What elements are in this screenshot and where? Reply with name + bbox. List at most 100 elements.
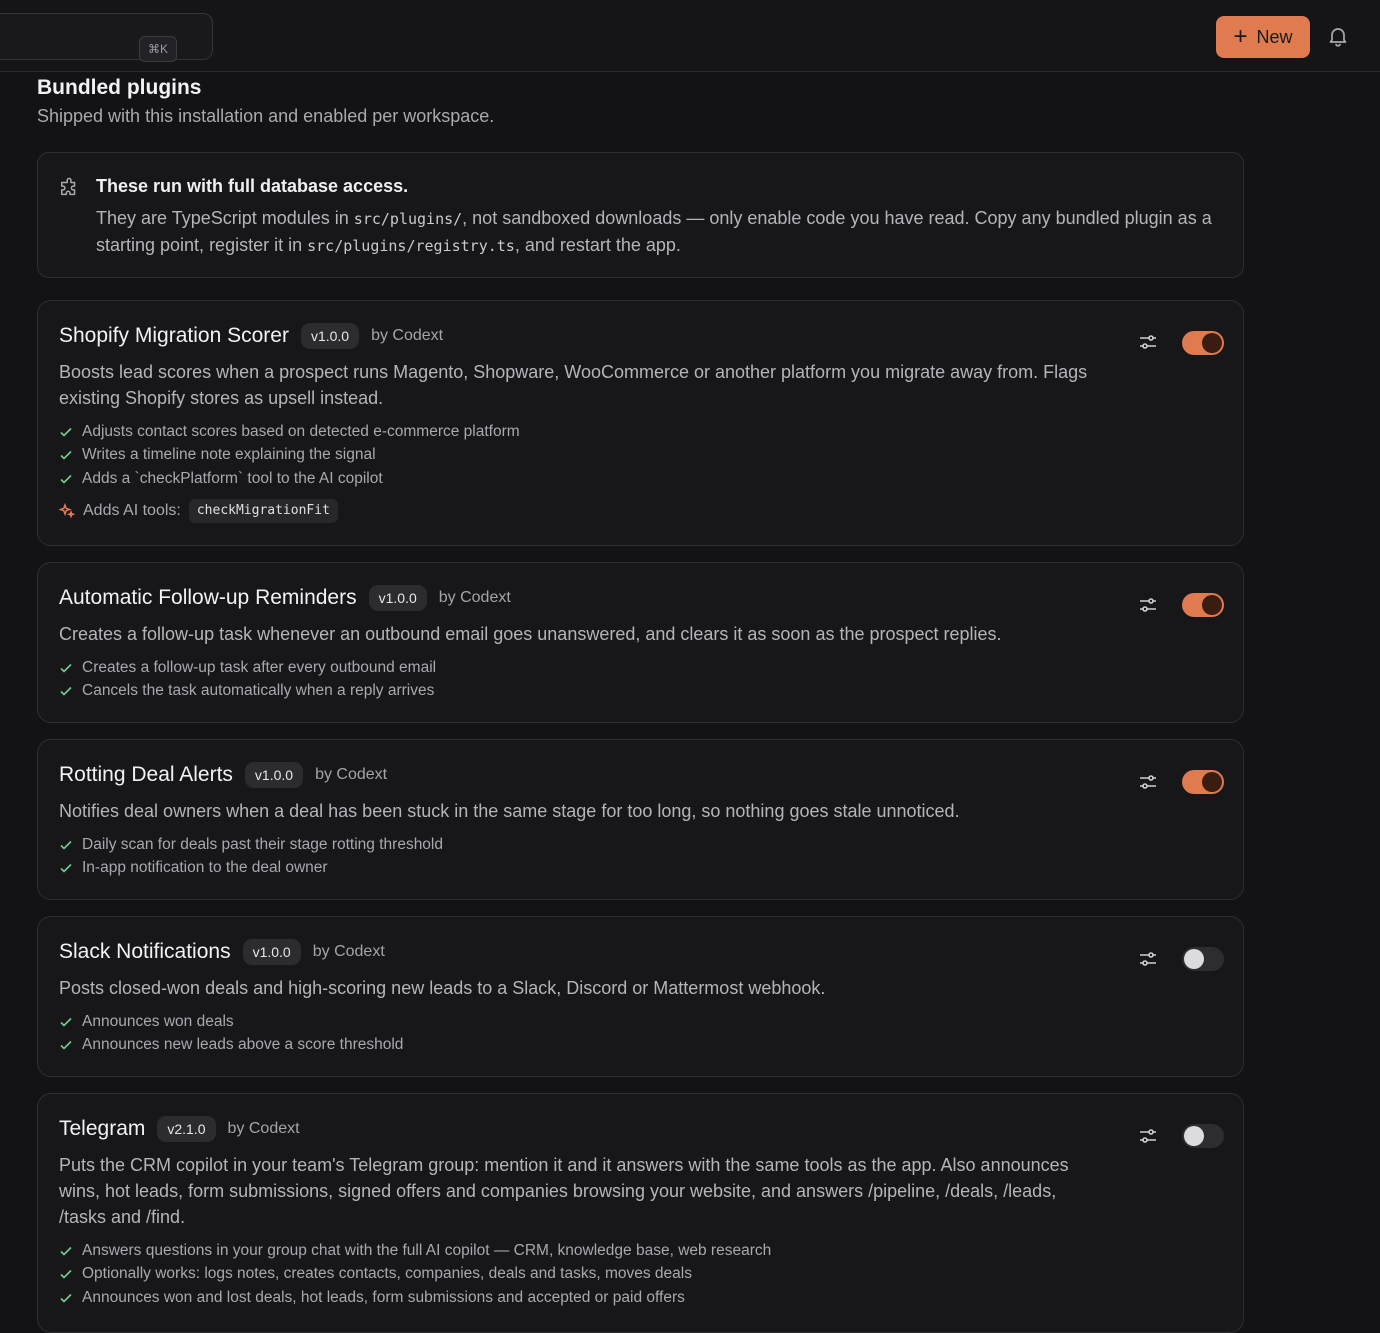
plugin-feature-list: Creates a follow-up task after every out… <box>59 656 436 703</box>
toggle-knob <box>1202 772 1222 792</box>
plugin-version-badge: v2.1.0 <box>157 1116 216 1142</box>
search-input[interactable]: ⌘K <box>0 13 213 62</box>
plugin-card: Telegram v2.1.0 by Codext Puts the CRM c… <box>37 1093 1244 1333</box>
plugin-version-badge: v1.0.0 <box>244 762 304 788</box>
toggle-knob <box>1202 595 1222 615</box>
search-shortcut-badge: ⌘K <box>139 36 177 62</box>
feature-text: In-app notification to the deal owner <box>82 859 328 877</box>
plugin-description: Boosts lead scores when a prospect runs … <box>59 362 1088 408</box>
feature-text: Answers questions in your group chat wit… <box>82 1241 772 1259</box>
notice-text: They are TypeScript modules in <box>96 208 354 228</box>
feature-item: Adjusts contact scores based on detected… <box>59 420 520 444</box>
new-button-label: New <box>1256 26 1293 47</box>
feature-item: Cancels the task automatically when a re… <box>59 680 436 704</box>
check-icon <box>60 687 72 696</box>
section-title: Bundled plugins <box>37 76 202 99</box>
plugin-author: by Codext <box>315 766 388 783</box>
toggle-knob <box>1184 949 1204 969</box>
check-icon <box>60 840 72 850</box>
plugin-card: Rotting Deal Alerts v1.0.0 by Codext Not… <box>37 739 1244 900</box>
plugin-version-badge: v1.0.0 <box>300 323 360 349</box>
plus-icon: + <box>1233 23 1248 50</box>
check-icon <box>60 1270 72 1279</box>
sparkle-icon <box>59 503 75 519</box>
feature-item: Answers questions in your group chat wit… <box>59 1239 771 1263</box>
check-icon <box>60 663 72 673</box>
feature-item: Announces new leads above a score thresh… <box>59 1034 403 1058</box>
ai-tool-chip: checkMigrationFit <box>188 499 338 523</box>
plugin-author: by Codext <box>312 943 385 960</box>
feature-text: Cancels the task automatically when a re… <box>82 682 435 700</box>
plugin-feature-list: Adjusts contact scores based on detected… <box>59 420 520 491</box>
feature-item: Optionally works: logs notes, creates co… <box>59 1263 771 1287</box>
plugin-card: Automatic Follow-up Reminders v1.0.0 by … <box>37 562 1244 723</box>
feature-text: Creates a follow-up task after every out… <box>82 658 437 676</box>
feature-item: In-app notification to the deal owner <box>59 857 443 881</box>
feature-text: Daily scan for deals past their stage ro… <box>82 835 443 853</box>
plugin-version-badge: v1.0.0 <box>242 939 301 965</box>
feature-text: Adds a `checkPlatform` tool to the AI co… <box>82 469 383 487</box>
plugin-card: Shopify Migration Scorer v1.0.0 by Codex… <box>37 300 1244 546</box>
plugin-enable-toggle[interactable] <box>1182 947 1224 971</box>
settings-sliders-icon[interactable] <box>1138 949 1158 969</box>
feature-text: Announces won deals <box>82 1012 234 1030</box>
settings-sliders-icon[interactable] <box>1138 772 1158 792</box>
plugin-feature-list: Answers questions in your group chat wit… <box>59 1239 771 1310</box>
plugin-description: Puts the CRM copilot in your team's Tele… <box>59 1155 1069 1227</box>
plugin-version-badge: v1.0.0 <box>368 585 427 611</box>
plugin-name: Telegram <box>59 1117 146 1140</box>
check-icon <box>60 427 72 437</box>
plugin-name: Automatic Follow-up Reminders <box>59 586 357 609</box>
plugin-name: Rotting Deal Alerts <box>59 763 233 786</box>
notice-code-registry: src/plugins/registry.ts <box>307 237 515 255</box>
plugin-card: Slack Notifications v1.0.0 by Codext Pos… <box>37 916 1244 1077</box>
feature-text: Announces new leads above a score thresh… <box>82 1036 404 1054</box>
feature-text: Optionally works: logs notes, creates co… <box>82 1265 692 1283</box>
plugin-enable-toggle[interactable] <box>1182 593 1224 617</box>
feature-item: Creates a follow-up task after every out… <box>59 656 436 680</box>
plugin-feature-list: Announces won deals Announces new leads … <box>59 1010 403 1057</box>
check-icon <box>60 474 72 484</box>
feature-text: Adjusts contact scores based on detected… <box>82 422 520 440</box>
feature-item: Announces won deals <box>59 1010 403 1034</box>
toggle-knob <box>1202 333 1222 353</box>
feature-item: Adds a `checkPlatform` tool to the AI co… <box>59 467 520 491</box>
ai-tools-label: Adds AI tools: <box>83 502 181 519</box>
notice-title: These run with full database access. <box>96 176 409 196</box>
plugin-name: Slack Notifications <box>59 940 231 963</box>
plugin-enable-toggle[interactable] <box>1182 770 1224 794</box>
plugin-feature-list: Daily scan for deals past their stage ro… <box>59 833 443 880</box>
check-icon <box>60 1293 72 1303</box>
plugin-enable-toggle[interactable] <box>1182 1124 1224 1148</box>
notice-code-path: src/plugins/ <box>353 210 463 228</box>
plugin-description: Notifies deal owners when a deal has bee… <box>59 801 960 821</box>
notice-body: They are TypeScript modules in src/plugi… <box>96 205 1216 259</box>
new-button[interactable]: + New <box>1216 16 1310 58</box>
plugin-enable-toggle[interactable] <box>1182 331 1224 355</box>
plugin-author: by Codext <box>438 589 511 606</box>
puzzle-icon <box>61 177 76 196</box>
feature-item: Daily scan for deals past their stage ro… <box>59 833 443 857</box>
top-bar: ⌘K + New <box>0 0 1380 72</box>
feature-item: Writes a timeline note explaining the si… <box>59 444 520 468</box>
check-icon <box>60 451 72 460</box>
check-icon <box>60 864 72 873</box>
bell-icon[interactable] <box>1326 24 1350 48</box>
check-icon <box>60 1246 72 1256</box>
settings-sliders-icon[interactable] <box>1138 332 1158 352</box>
feature-item: Announces won and lost deals, hot leads,… <box>59 1286 771 1310</box>
check-icon <box>60 1017 72 1027</box>
plugin-description: Posts closed-won deals and high-scoring … <box>59 978 826 998</box>
plugin-description: Creates a follow-up task whenever an out… <box>59 624 1002 644</box>
plugin-name: Shopify Migration Scorer <box>59 324 289 347</box>
check-icon <box>60 1041 72 1050</box>
notice-text: , and restart the app. <box>514 235 681 255</box>
ai-tools-row: Adds AI tools: checkMigrationFit <box>59 499 338 523</box>
settings-sliders-icon[interactable] <box>1138 1126 1158 1146</box>
plugin-author: by Codext <box>227 1120 300 1137</box>
plugin-author: by Codext <box>371 327 444 344</box>
settings-sliders-icon[interactable] <box>1138 595 1158 615</box>
section-subtitle: Shipped with this installation and enabl… <box>37 106 495 126</box>
toggle-knob <box>1184 1126 1204 1146</box>
feature-text: Announces won and lost deals, hot leads,… <box>82 1288 685 1306</box>
